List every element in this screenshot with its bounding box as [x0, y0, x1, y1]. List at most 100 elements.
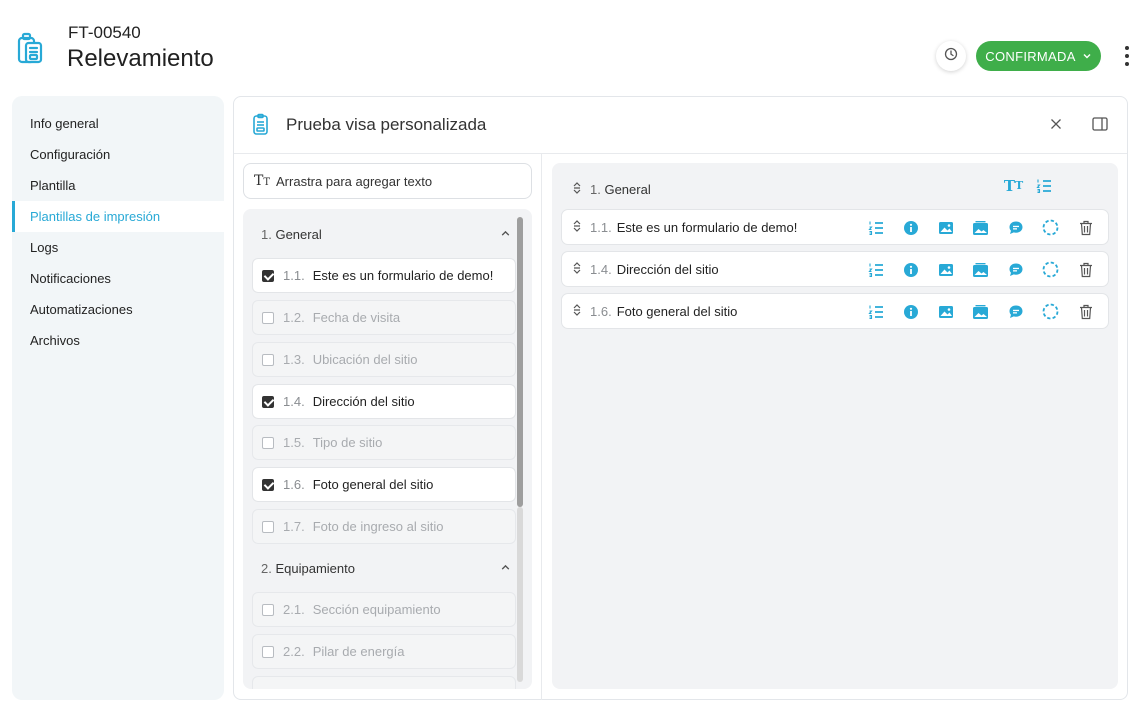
- list-item: [252, 676, 516, 689]
- gallery-icon[interactable]: [972, 219, 989, 236]
- checkbox-checked[interactable]: [262, 269, 274, 282]
- numbered-list-icon[interactable]: [867, 219, 884, 236]
- list-item[interactable]: 1.5. Tipo de sitio: [252, 425, 516, 460]
- numbered-list-icon[interactable]: [1035, 177, 1052, 194]
- item-label: Fecha de visita: [312, 310, 401, 325]
- sidebar-item-plantilla[interactable]: Plantilla: [12, 170, 224, 201]
- checkbox[interactable]: [262, 603, 274, 616]
- list-item[interactable]: 1.3. Ubicación del sitio: [252, 342, 516, 377]
- sidebar-item-plantillas-impresion[interactable]: Plantillas de impresión: [12, 201, 224, 232]
- gallery-icon[interactable]: [972, 303, 989, 320]
- drag-handle-icon[interactable]: [572, 219, 582, 235]
- info-icon[interactable]: [902, 219, 919, 236]
- panel-header: Prueba visa personalizada: [234, 97, 1127, 154]
- status-label: CONFIRMADA: [985, 48, 1076, 64]
- comment-icon[interactable]: [1007, 219, 1024, 236]
- list-item[interactable]: 1.4. Dirección del sitio: [252, 384, 516, 419]
- chevron-up-icon[interactable]: [500, 227, 511, 242]
- row-actions: [867, 303, 1094, 320]
- item-number: 1.5.: [283, 435, 305, 450]
- dashed-circle-icon[interactable]: [1042, 261, 1059, 278]
- section-header-general[interactable]: 1. General: [261, 219, 511, 249]
- comment-icon[interactable]: [1007, 261, 1024, 278]
- drag-handle-icon[interactable]: [572, 261, 582, 277]
- sidebar-item-logs[interactable]: Logs: [12, 232, 224, 263]
- status-dropdown-button[interactable]: CONFIRMADA: [976, 41, 1101, 71]
- drag-text-block[interactable]: TT Arrastra para agregar texto: [243, 163, 532, 199]
- trash-icon[interactable]: [1077, 261, 1094, 278]
- list-item[interactable]: 2.1. Sección equipamiento: [252, 592, 516, 627]
- dashed-circle-icon[interactable]: [1042, 303, 1059, 320]
- item-number: 2.2.: [283, 644, 305, 659]
- item-number: 1.1.: [590, 219, 612, 235]
- comment-icon[interactable]: [1007, 303, 1024, 320]
- row-actions: [867, 219, 1094, 236]
- sidebar-item-configuracion[interactable]: Configuración: [12, 139, 224, 170]
- item-number: 1.6.: [590, 303, 612, 319]
- checkbox[interactable]: [262, 645, 274, 658]
- section-header-equipamiento[interactable]: 2. Equipamiento: [261, 553, 511, 583]
- dashed-circle-icon[interactable]: [1042, 219, 1059, 236]
- checkbox-checked[interactable]: [262, 478, 274, 491]
- checkbox[interactable]: [262, 311, 274, 324]
- item-number: 1.6.: [283, 477, 305, 492]
- item-label: Dirección del sitio: [616, 261, 719, 277]
- info-icon[interactable]: [902, 261, 919, 278]
- section-number: 1.: [261, 226, 272, 242]
- sidebar-item-archivos[interactable]: Archivos: [12, 325, 224, 356]
- document-icon: [250, 113, 272, 142]
- item-number: 1.4.: [283, 394, 305, 409]
- checkbox-checked[interactable]: [262, 395, 274, 408]
- drag-handle-icon[interactable]: [572, 303, 582, 319]
- checkbox[interactable]: [262, 353, 274, 366]
- sidebar-item-info-general[interactable]: Info general: [12, 108, 224, 139]
- scrollbar-thumb[interactable]: [517, 217, 523, 507]
- drag-text-label: Arrastra para agregar texto: [276, 173, 433, 189]
- close-icon[interactable]: [1049, 117, 1063, 136]
- checkbox[interactable]: [262, 520, 274, 533]
- list-item[interactable]: 1.1. Este es un formulario de demo!: [252, 258, 516, 293]
- side-panel-icon[interactable]: [1092, 117, 1108, 136]
- image-icon[interactable]: [937, 219, 954, 236]
- checkbox[interactable]: [262, 436, 274, 449]
- item-label: Tipo de sitio: [312, 435, 383, 450]
- item-label: Dirección del sitio: [312, 394, 415, 409]
- clipboard-document-icon: [10, 30, 50, 70]
- image-icon[interactable]: [937, 303, 954, 320]
- item-label: Este es un formulario de demo!: [312, 268, 494, 283]
- list-item[interactable]: 2.2. Pilar de energía: [252, 634, 516, 669]
- print-template-panel: Prueba visa personalizada TT Arrastra pa…: [233, 96, 1128, 700]
- selected-field-row[interactable]: 1.4. Dirección del sitio: [561, 251, 1109, 287]
- more-options-icon[interactable]: [1120, 44, 1134, 68]
- item-label: Este es un formulario de demo!: [616, 219, 798, 235]
- sidebar-item-label: Notificaciones: [30, 271, 111, 286]
- sidebar-item-automatizaciones[interactable]: Automatizaciones: [12, 294, 224, 325]
- numbered-list-icon[interactable]: [867, 261, 884, 278]
- numbered-list-icon[interactable]: [867, 303, 884, 320]
- chevron-down-icon: [1082, 49, 1092, 64]
- info-icon[interactable]: [902, 303, 919, 320]
- sidebar-item-notificaciones[interactable]: Notificaciones: [12, 263, 224, 294]
- trash-icon[interactable]: [1077, 303, 1094, 320]
- item-number: 1.7.: [283, 519, 305, 534]
- list-item[interactable]: 1.2. Fecha de visita: [252, 300, 516, 335]
- selected-field-row[interactable]: 1.6. Foto general del sitio: [561, 293, 1109, 329]
- trash-icon[interactable]: [1077, 219, 1094, 236]
- text-size-icon[interactable]: TT: [1004, 177, 1023, 195]
- image-icon[interactable]: [937, 261, 954, 278]
- sidebar-item-label: Archivos: [30, 333, 80, 348]
- item-label: Foto de ingreso al sitio: [312, 519, 444, 534]
- list-item[interactable]: 1.7. Foto de ingreso al sitio: [252, 509, 516, 544]
- panel-title: Prueba visa personalizada: [286, 115, 487, 134]
- selected-field-row[interactable]: 1.1. Este es un formulario de demo!: [561, 209, 1109, 245]
- text-size-icon: TT: [254, 173, 271, 189]
- section-number: 1.: [590, 181, 601, 197]
- selected-fields-area: 1. General TT 1.1. Este es un formulario…: [552, 163, 1118, 689]
- item-number: 1.1.: [283, 268, 305, 283]
- chevron-up-icon[interactable]: [500, 561, 511, 576]
- list-item[interactable]: 1.6. Foto general del sitio: [252, 467, 516, 502]
- gallery-icon[interactable]: [972, 261, 989, 278]
- drag-handle-icon[interactable]: [572, 181, 582, 197]
- history-button[interactable]: [936, 41, 966, 71]
- scrollbar-track[interactable]: [517, 507, 523, 682]
